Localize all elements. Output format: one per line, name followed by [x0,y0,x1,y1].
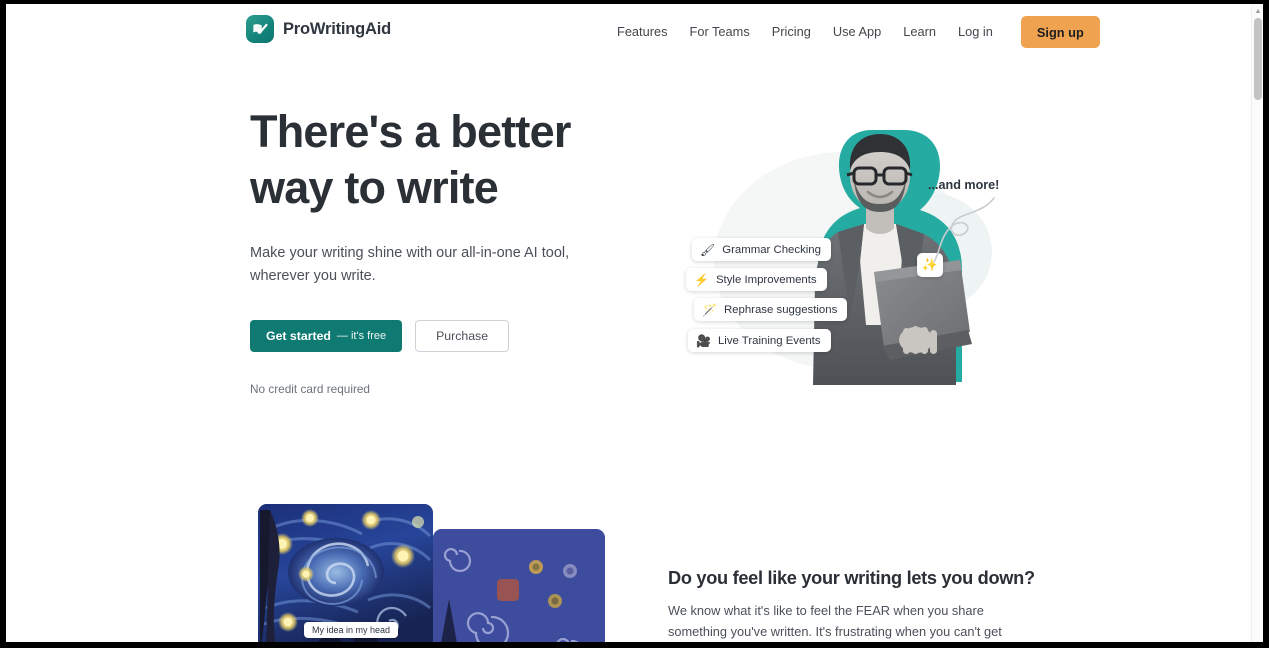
section-two-text: Do you feel like your writing lets you d… [668,568,1035,642]
feature-card-label: Live Training Events [717,334,821,347]
nav-link-for-teams[interactable]: For Teams [679,16,761,48]
scrollbar-thumb[interactable] [1254,18,1262,100]
and-more-label: ...and more! [928,178,1000,192]
nav-link-log-in[interactable]: Log in [947,16,1004,48]
brand-logo-link[interactable]: ProWritingAid [246,15,391,43]
magic-wand-icon: 🪄 [702,302,717,317]
brand-name: ProWritingAid [283,19,392,38]
feature-card-label: Style Improvements [715,273,817,286]
movie-camera-icon: 🎥 [696,333,711,348]
hero-illustration: 🖌 Grammar Checking ⚡ Style Improvements … [674,104,1019,399]
hero-cta-group: Get started — it's free Purchase [250,320,590,352]
feature-card-grammar-checking: 🖌 Grammar Checking [692,238,831,261]
sign-up-button[interactable]: Sign up [1020,16,1100,48]
hero-text-block: There's a better way to write Make your … [250,104,590,396]
get-started-button[interactable]: Get started — it's free [250,320,403,352]
page-title: There's a better way to write [250,106,571,213]
feature-card-label: Grammar Checking [722,243,821,256]
no-credit-card-note: No credit card required [250,382,370,396]
nav-link-pricing[interactable]: Pricing [761,16,822,48]
feature-card-rephrase-suggestions: 🪄 Rephrase suggestions [694,298,848,321]
page-content: ProWritingAid Features For Teams Pricing… [6,4,1251,642]
main-navigation: Features For Teams Pricing Use App Learn… [606,16,1100,48]
page-viewport: ProWritingAid Features For Teams Pricing… [6,4,1263,642]
prowritingaid-logo-icon [246,15,274,43]
childlike-starry-night-drawing [433,529,605,642]
starry-night-caption: My idea in my head [304,622,399,638]
get-started-suffix: — it's free [336,330,387,342]
window-bottom-edge [0,642,1269,648]
feature-card-label: Rephrase suggestions [723,303,838,316]
section-two-body: We know what it's like to feel the FEAR … [668,603,1002,639]
nav-link-learn[interactable]: Learn [892,16,947,48]
nav-link-use-app[interactable]: Use App [822,16,892,48]
browser-window: ProWritingAid Features For Teams Pricing… [0,0,1269,648]
scroll-up-arrow-icon[interactable]: ▲ [1252,6,1263,16]
section-two-title: Do you feel like your writing lets you d… [668,568,1035,588]
feature-card-style-improvements: ⚡ Style Improvements [686,268,827,291]
vertical-scrollbar[interactable]: ▲ [1251,4,1263,642]
lightning-bolt-icon: ⚡ [694,272,709,287]
feature-card-live-training-events: 🎥 Live Training Events [688,329,831,352]
nav-link-features[interactable]: Features [606,16,679,48]
pen-icon: 🖌 [700,242,716,257]
hero-subtitle: Make your writing shine with our all-in-… [250,245,570,284]
curly-pointer-icon [933,197,995,263]
writing-comparison-illustration: My idea in my head [258,504,605,642]
purchase-button[interactable]: Purchase [415,320,510,352]
get-started-label: Get started [266,329,331,343]
site-header: ProWritingAid Features For Teams Pricing… [6,4,1251,56]
